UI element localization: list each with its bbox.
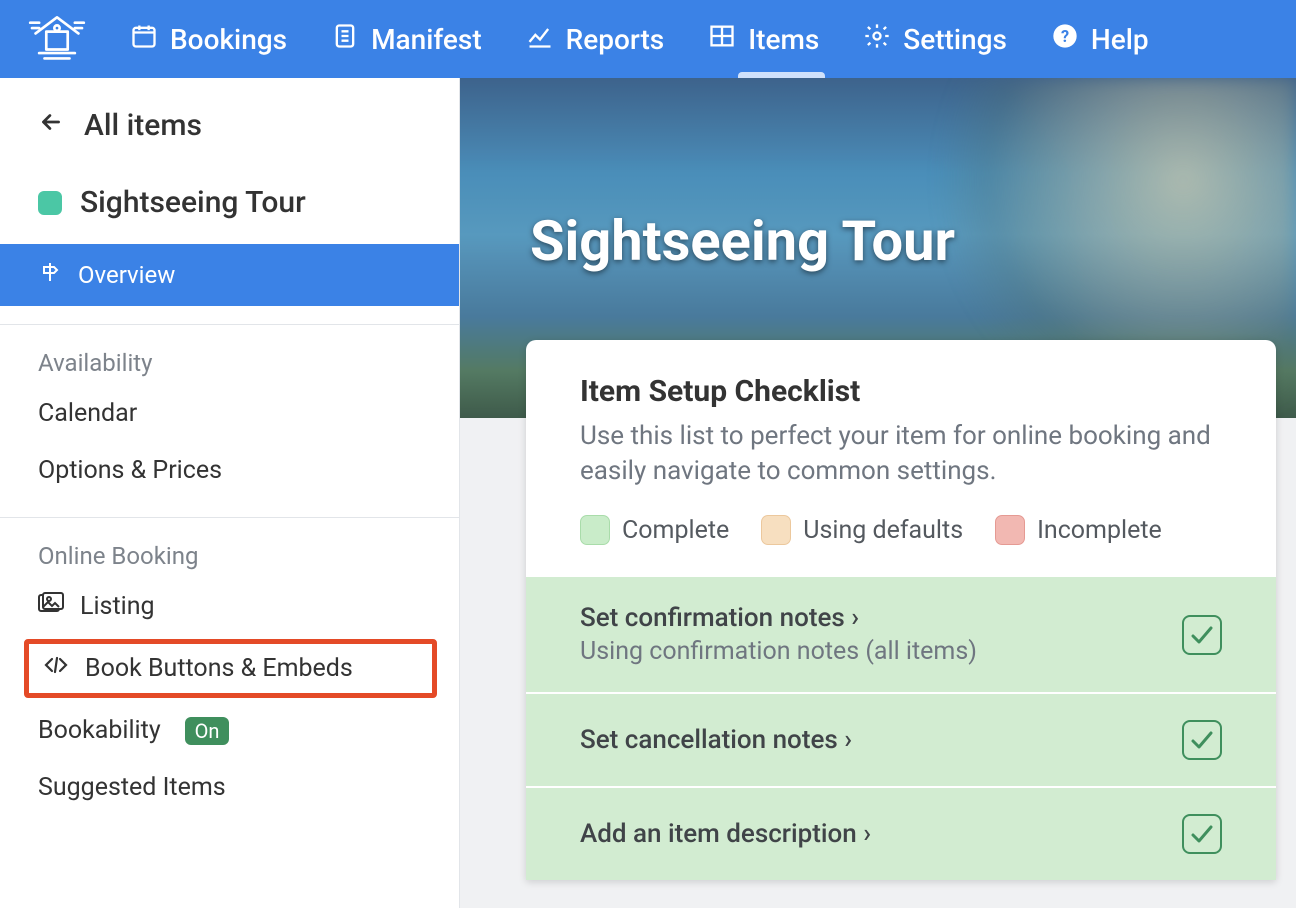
help-icon: ? xyxy=(1051,22,1079,57)
nav-manifest[interactable]: Manifest xyxy=(331,0,482,78)
calendar-icon xyxy=(130,22,158,57)
item-color-chip xyxy=(38,191,62,215)
sidebar: All items Sightseeing Tour Overview Avai… xyxy=(0,78,460,908)
nav-reports[interactable]: Reports xyxy=(526,0,665,78)
nav-label: Manifest xyxy=(371,23,482,56)
section-availability: Availability xyxy=(0,325,459,385)
content-area: Sightseeing Tour Item Setup Checklist Us… xyxy=(460,78,1296,908)
checkmark-icon xyxy=(1182,720,1222,760)
item-title-row: Sightseeing Tour xyxy=(0,173,459,244)
sidebar-suggested-items[interactable]: Suggested Items xyxy=(0,759,459,816)
nav-settings[interactable]: Settings xyxy=(863,0,1007,78)
sidebar-book-buttons-embeds[interactable]: Book Buttons & Embeds xyxy=(24,639,437,698)
code-icon xyxy=(43,654,69,683)
legend-label: Complete xyxy=(622,516,729,545)
back-label: All items xyxy=(84,108,202,143)
nav-label: Help xyxy=(1091,23,1149,56)
checklist-card: Item Setup Checklist Use this list to pe… xyxy=(526,340,1276,880)
image-icon xyxy=(38,592,64,621)
item-title: Sightseeing Tour xyxy=(80,185,306,220)
grid-icon xyxy=(708,22,736,57)
checklist-label: Set cancellation notes › xyxy=(580,725,852,755)
checklist-label: Set confirmation notes › xyxy=(580,603,977,633)
sidebar-listing[interactable]: Listing xyxy=(0,578,459,635)
app-logo[interactable] xyxy=(28,12,86,66)
hero-title: Sightseeing Tour xyxy=(530,208,955,274)
checklist-row-cancellation-notes[interactable]: Set cancellation notes › xyxy=(526,692,1276,786)
sidebar-bookability[interactable]: Bookability On xyxy=(0,702,459,759)
checkmark-icon xyxy=(1182,814,1222,854)
legend-defaults: Using defaults xyxy=(761,515,963,545)
sidebar-label: Listing xyxy=(80,592,155,621)
swatch-defaults-icon xyxy=(761,515,791,545)
back-all-items[interactable]: All items xyxy=(0,78,459,173)
top-navbar: Bookings Manifest Reports Items Settings… xyxy=(0,0,1296,78)
card-description: Use this list to perfect your item for o… xyxy=(580,419,1222,489)
swatch-complete-icon xyxy=(580,515,610,545)
bookability-badge: On xyxy=(185,717,230,745)
sidebar-label: Calendar xyxy=(38,399,137,428)
swatch-incomplete-icon xyxy=(995,515,1025,545)
checkmark-icon xyxy=(1182,615,1222,655)
legend-complete: Complete xyxy=(580,515,729,545)
nav-items[interactable]: Items xyxy=(708,0,819,78)
sidebar-label: Suggested Items xyxy=(38,773,226,802)
checklist-sublabel: Using confirmation notes (all items) xyxy=(580,637,977,666)
sidebar-label: Bookability xyxy=(38,716,161,745)
nav-label: Items xyxy=(748,23,819,56)
legend: Complete Using defaults Incomplete xyxy=(580,515,1222,545)
legend-label: Incomplete xyxy=(1037,516,1162,545)
legend-label: Using defaults xyxy=(803,516,963,545)
legend-incomplete: Incomplete xyxy=(995,515,1162,545)
sidebar-label: Overview xyxy=(78,261,175,289)
nav-bookings[interactable]: Bookings xyxy=(130,0,287,78)
clipboard-icon xyxy=(331,22,359,57)
nav-label: Bookings xyxy=(170,23,287,56)
nav-help[interactable]: ? Help xyxy=(1051,0,1149,78)
checklist-row-item-description[interactable]: Add an item description › xyxy=(526,786,1276,880)
nav-label: Reports xyxy=(566,23,665,56)
sidebar-label: Options & Prices xyxy=(38,456,222,485)
arrow-left-icon xyxy=(38,108,64,143)
section-online-booking: Online Booking xyxy=(0,518,459,578)
gear-icon xyxy=(863,22,891,57)
sidebar-label: Book Buttons & Embeds xyxy=(85,654,353,683)
checklist-row-confirmation-notes[interactable]: Set confirmation notes › Using confirmat… xyxy=(526,575,1276,692)
sidebar-options-prices[interactable]: Options & Prices xyxy=(0,442,459,499)
checklist-label: Add an item description › xyxy=(580,819,871,849)
sidebar-calendar[interactable]: Calendar xyxy=(0,385,459,442)
svg-text:?: ? xyxy=(1061,26,1069,45)
card-title: Item Setup Checklist xyxy=(580,374,1222,409)
chart-line-icon xyxy=(526,22,554,57)
nav-label: Settings xyxy=(903,23,1007,56)
sidebar-overview[interactable]: Overview xyxy=(0,244,459,306)
signpost-icon xyxy=(38,260,62,290)
